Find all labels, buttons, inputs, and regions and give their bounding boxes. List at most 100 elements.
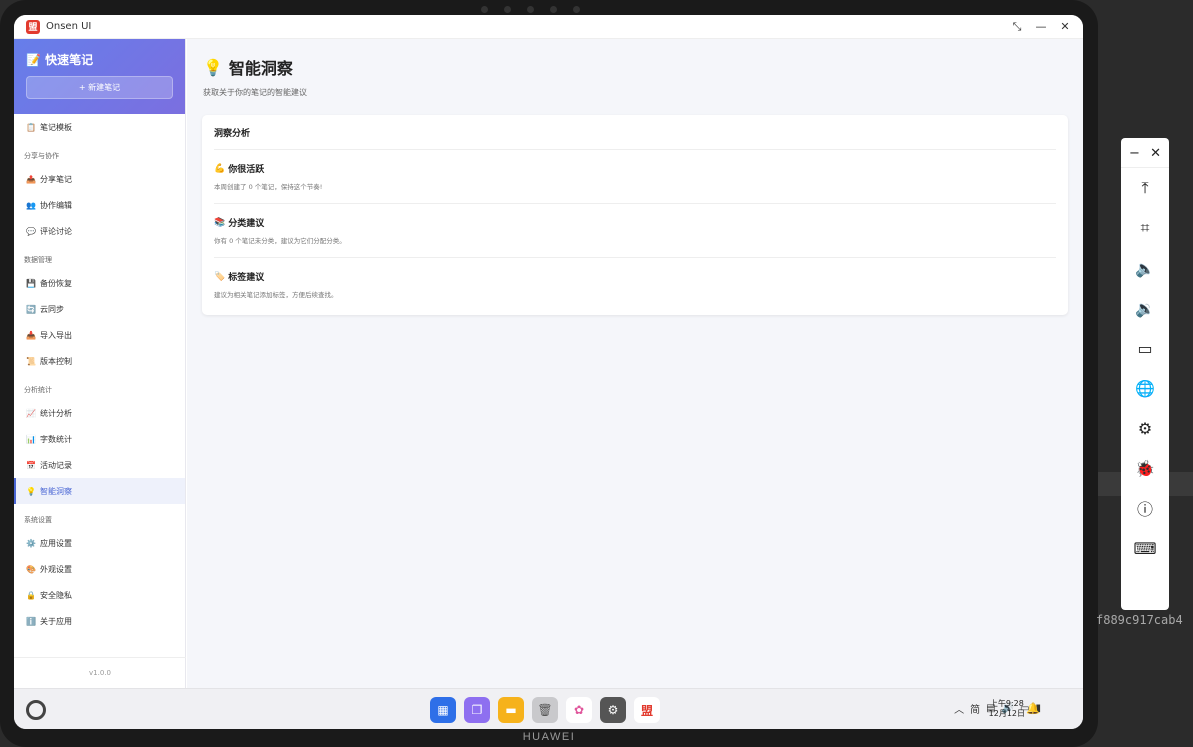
sidebar-item-label: 评论讨论 — [40, 226, 72, 236]
sidebar-item[interactable]: 💬 评论讨论 — [14, 218, 185, 244]
crop-icon[interactable]: ⌗ — [1121, 208, 1169, 248]
sidebar-item[interactable]: 📈 统计分析 — [14, 400, 185, 426]
battery-outline-icon[interactable]: ▭ — [1121, 328, 1169, 368]
sidebar-section-title: 分析统计 — [24, 386, 52, 394]
sidebar-item-label: 云同步 — [40, 304, 64, 314]
globe-icon[interactable]: 🌐 — [1121, 368, 1169, 408]
sidebar-item-label: 协作编辑 — [40, 200, 72, 210]
sidebar-item-label: 统计分析 — [40, 408, 72, 418]
page-title: 💡 智能洞察 — [203, 55, 293, 79]
sidebar-item[interactable]: 🔒 安全隐私 — [14, 582, 185, 608]
page-title-text: 智能洞察 — [228, 59, 293, 78]
sidebar-item-label: 外观设置 — [40, 564, 72, 574]
sidebar-item-icon: 👥 — [26, 200, 36, 210]
app-logo-icon: 盟 — [26, 19, 40, 34]
minimize-button[interactable]: — — [1031, 17, 1051, 37]
sidebar-nav: 📋 笔记模板 分享与协作 📤 分享笔记 👥 协作编辑 💬 评论讨论 数据管理 💾 备份恢复 🔄 云同步 📥 导… — [14, 114, 185, 634]
screen: 盟 Onsen UI ⤡ — ✕ 📝 快速笔记 + 新建笔记 📋 笔记模板 分享与协… — [14, 15, 1083, 729]
insight-title-text: 你很活跃 — [228, 165, 265, 175]
insight-card: 洞察分析 💪 你很活跃本周创建了 0 个笔记，保持这个节奏! 📚 分类建议你有 0 个… — [202, 115, 1068, 315]
sidebar-item-label: 智能洞察 — [40, 486, 72, 496]
sidebar-item[interactable]: ℹ️ 关于应用 — [14, 608, 185, 634]
camera-bar — [455, 3, 605, 15]
multitask-icon[interactable]: ❐ — [464, 697, 490, 723]
lightbulb-icon: 💡 — [203, 57, 223, 77]
window-title: Onsen UI — [46, 21, 92, 32]
to-top-icon[interactable]: ⤒ — [1121, 168, 1169, 208]
close-button[interactable]: ✕ — [1055, 17, 1075, 37]
sidebar-item[interactable]: 📜 版本控制 — [14, 348, 185, 374]
sidebar-item-icon: ⚙️ — [26, 538, 36, 548]
app-grid-icon[interactable]: ▦ — [430, 697, 456, 723]
card-title: 洞察分析 — [214, 115, 1056, 150]
sidebar-item[interactable]: 📤 分享笔记 — [14, 166, 185, 192]
page-subtitle: 获取关于你的笔记的智能建议 — [203, 88, 307, 97]
sidebar-item[interactable]: ⚙️ 应用设置 — [14, 530, 185, 556]
sidebar-section-title: 系统设置 — [24, 516, 52, 524]
insight-description: 你有 0 个笔记未分类，建议为它们分配分类。 — [214, 237, 346, 245]
start-button[interactable] — [26, 700, 46, 720]
ime-indicator[interactable]: 简 — [970, 701, 980, 716]
clock[interactable]: 上午9:28 12月12日 — [989, 699, 1025, 719]
gear-icon[interactable]: ⚙ — [1121, 408, 1169, 448]
sidebar-item-label: 分享笔记 — [40, 174, 72, 184]
bug-icon[interactable]: 🐞 — [1121, 448, 1169, 488]
sidebar-item[interactable]: 📥 导入导出 — [14, 322, 185, 348]
chevron-up-icon[interactable]: ︿ — [954, 701, 964, 716]
sidebar-item-label: 安全隐私 — [40, 590, 72, 600]
sidebar-item-icon: 🎨 — [26, 564, 36, 574]
sidebar-item-label: 关于应用 — [40, 616, 72, 626]
sidebar-item[interactable]: 🔄 云同步 — [14, 296, 185, 322]
sidebar-item-icon: 💾 — [26, 278, 36, 288]
sidebar-item[interactable]: 💾 备份恢复 — [14, 270, 185, 296]
clock-time: 上午9:28 — [989, 699, 1024, 708]
onsen-app-icon[interactable]: 盟 — [634, 697, 660, 723]
volume-down-icon[interactable]: 🔉 — [1121, 288, 1169, 328]
volume-up-icon[interactable]: 🔈 — [1121, 248, 1169, 288]
insight-icon: 📚 — [214, 217, 226, 228]
files-icon[interactable]: ▬ — [498, 697, 524, 723]
trash-icon[interactable]: 🗑 — [532, 697, 558, 723]
info-icon[interactable]: ⓘ — [1121, 488, 1169, 528]
sidebar-item-icon: 🔒 — [26, 590, 36, 600]
insight-icon: 🏷️ — [214, 271, 226, 282]
sidebar-item[interactable]: 📅 活动记录 — [14, 452, 185, 478]
sidebar-item-label: 笔记模板 — [40, 122, 72, 132]
side-toolbar: − ✕ ⤒ ⌗ 🔈 🔉 ▭ 🌐 ⚙ 🐞 ⓘ ⌨ — [1121, 138, 1169, 610]
sidebar-item[interactable]: 👥 协作编辑 — [14, 192, 185, 218]
insight-title-text: 分类建议 — [228, 219, 265, 229]
settings-icon[interactable]: ⚙ — [600, 697, 626, 723]
new-note-button[interactable]: + 新建笔记 — [26, 76, 173, 99]
sidebar-item-label: 字数统计 — [40, 434, 72, 444]
sidebar-item-icon: 📊 — [26, 434, 36, 444]
sidebar-item-icon: 📋 — [26, 122, 36, 132]
toolbar-close-button[interactable]: ✕ — [1150, 146, 1161, 167]
device-frame: 盟 Onsen UI ⤡ — ✕ 📝 快速笔记 + 新建笔记 📋 笔记模板 分享与协… — [0, 0, 1098, 747]
insight-item: 🏷️ 标签建议建议为相关笔记添加标签，方便后续查找。 — [214, 258, 1056, 312]
app-name: 📝 快速笔记 — [26, 53, 94, 67]
insight-item: 📚 分类建议你有 0 个笔记未分类，建议为它们分配分类。 — [214, 204, 1056, 258]
insight-title: 💪 你很活跃 — [214, 162, 1056, 176]
sidebar-item[interactable]: 📋 笔记模板 — [14, 114, 185, 140]
toolbar-minimize-button[interactable]: − — [1129, 146, 1140, 167]
sidebar-item-icon: 💬 — [26, 226, 36, 236]
keyboard-icon[interactable]: ⌨ — [1121, 528, 1169, 568]
sidebar-item-label: 备份恢复 — [40, 278, 72, 288]
sidebar-item[interactable]: 📊 字数统计 — [14, 426, 185, 452]
insight-title: 📚 分类建议 — [214, 216, 1056, 230]
restore-button[interactable]: ⤡ — [1007, 17, 1027, 37]
sidebar-header: 📝 快速笔记 + 新建笔记 — [14, 39, 185, 114]
version-label: v1.0.0 — [14, 657, 186, 688]
sidebar-item[interactable]: 🎨 外观设置 — [14, 556, 185, 582]
notification-bell-icon[interactable]: 🔔 — [1026, 702, 1040, 715]
insight-description: 建议为相关笔记添加标签，方便后续查找。 — [214, 291, 338, 299]
sidebar-item-icon: 📈 — [26, 408, 36, 418]
insight-title-text: 标签建议 — [228, 273, 265, 283]
sidebar-item-label: 应用设置 — [40, 538, 72, 548]
side-hash-label: f889c917cab4 — [1096, 613, 1183, 627]
insight-description: 本周创建了 0 个笔记，保持这个节奏! — [214, 183, 323, 191]
gallery-icon[interactable]: ✿ — [566, 697, 592, 723]
insight-title: 🏷️ 标签建议 — [214, 270, 1056, 284]
sidebar-item[interactable]: 💡 智能洞察 — [14, 478, 185, 504]
main-content: 💡 智能洞察 获取关于你的笔记的智能建议 洞察分析 💪 你很活跃本周创建了 0 个… — [187, 39, 1083, 688]
